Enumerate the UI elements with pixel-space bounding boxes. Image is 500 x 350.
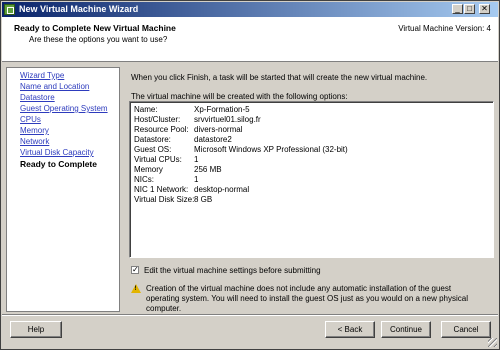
maximize-button[interactable]: □ xyxy=(464,4,475,14)
options-summary-panel: Name: Xp-Formation-5 Host/Cluster: srvvirt… xyxy=(129,101,494,258)
option-key: Guest OS: xyxy=(134,145,172,154)
option-row: Virtual Disk Size:8 GB xyxy=(134,195,212,205)
step-name-and-location[interactable]: Name and Location xyxy=(20,82,89,91)
option-value: 1 xyxy=(194,155,199,164)
edit-settings-checkbox[interactable]: ✓ xyxy=(131,266,139,274)
option-row: Host/Cluster: srvvirtuel01.silog.fr xyxy=(134,115,261,125)
option-value: datastore2 xyxy=(194,135,232,144)
option-value: Microsoft Windows XP Professional (32-bi… xyxy=(194,145,348,154)
option-key: Resource Pool: xyxy=(134,125,189,134)
step-cpus[interactable]: CPUs xyxy=(20,115,41,124)
footer-divider xyxy=(2,314,498,316)
window-title: New Virtual Machine Wizard xyxy=(19,4,139,14)
warning-icon-mark: ! xyxy=(134,286,137,292)
resize-grip[interactable] xyxy=(488,338,497,347)
wizard-steps-sidebar: Wizard Type Name and Location Datastore … xyxy=(6,67,120,312)
step-virtual-disk-capacity[interactable]: Virtual Disk Capacity xyxy=(20,148,94,157)
back-button[interactable]: < Back xyxy=(325,321,375,338)
wizard-window: New Virtual Machine Wizard _ □ ✕ Ready t… xyxy=(0,0,500,350)
step-memory[interactable]: Memory xyxy=(20,126,49,135)
minimize-button[interactable]: _ xyxy=(452,4,463,14)
vm-version: Virtual Machine Version: 4 xyxy=(398,24,491,33)
title-bar[interactable]: New Virtual Machine Wizard _ □ ✕ xyxy=(2,2,498,17)
option-value: Xp-Formation-5 xyxy=(194,105,250,114)
option-row: Datastore: datastore2 xyxy=(134,135,232,145)
option-key: Memory xyxy=(134,165,163,174)
option-key: Virtual Disk Size: xyxy=(134,195,195,204)
option-row: Virtual CPUs: 1 xyxy=(134,155,198,165)
intro-text: When you click Finish, a task will be st… xyxy=(131,73,428,82)
wizard-header: Ready to Complete New Virtual Machine Ar… xyxy=(2,17,498,62)
option-row: NICs: 1 xyxy=(134,175,198,185)
vm-wizard-icon xyxy=(4,4,15,15)
step-datastore[interactable]: Datastore xyxy=(20,93,55,102)
page-title: Ready to Complete New Virtual Machine xyxy=(14,23,176,33)
page-subtitle: Are these the options you want to use? xyxy=(29,35,168,44)
option-key: Virtual CPUs: xyxy=(134,155,182,164)
continue-button[interactable]: Continue xyxy=(381,321,431,338)
option-value: 1 xyxy=(194,175,199,184)
option-row: Guest OS: Microsoft Windows XP Profession… xyxy=(134,145,348,155)
option-key: Host/Cluster: xyxy=(134,115,181,124)
option-key: NICs: xyxy=(134,175,154,184)
option-key: Datastore: xyxy=(134,135,171,144)
edit-settings-label[interactable]: Edit the virtual machine settings before… xyxy=(144,266,321,275)
option-key: Name: xyxy=(134,105,158,114)
step-ready-to-complete: Ready to Complete xyxy=(20,159,97,169)
option-value: 8 GB xyxy=(194,195,213,204)
option-row: Memory 256 MB xyxy=(134,165,222,175)
options-panel-label: The virtual machine will be created with… xyxy=(131,92,348,101)
option-value: 256 MB xyxy=(194,165,222,174)
warning-text: Creation of the virtual machine does not… xyxy=(146,284,468,313)
cancel-button[interactable]: Cancel xyxy=(441,321,491,338)
option-row: NIC 1 Network: desktop-normal xyxy=(134,185,249,195)
option-key: NIC 1 Network: xyxy=(134,185,189,194)
option-row: Name: Xp-Formation-5 xyxy=(134,105,250,115)
option-value: divers-normal xyxy=(194,125,243,134)
option-value: desktop-normal xyxy=(194,185,250,194)
step-guest-os[interactable]: Guest Operating System xyxy=(20,104,108,113)
option-row: Resource Pool: divers-normal xyxy=(134,125,242,135)
option-value: srvvirtuel01.silog.fr xyxy=(194,115,261,124)
step-wizard-type[interactable]: Wizard Type xyxy=(20,71,64,80)
close-button[interactable]: ✕ xyxy=(479,4,490,14)
step-network[interactable]: Network xyxy=(20,137,49,146)
help-button[interactable]: Help xyxy=(10,321,62,338)
